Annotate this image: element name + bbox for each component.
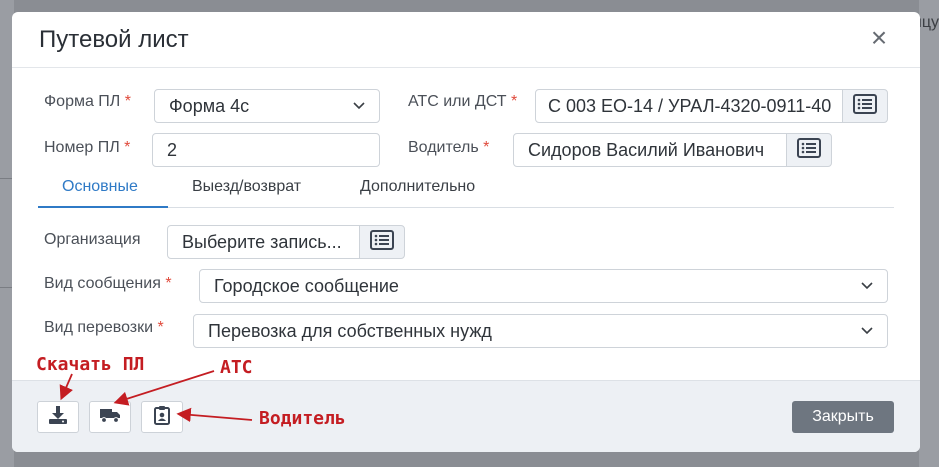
- chevron-down-icon: [861, 270, 873, 302]
- driver-list-button[interactable]: [786, 133, 832, 167]
- dialog-header: Путевой лист ×: [12, 12, 920, 68]
- ats-field[interactable]: С 003 ЕО-14 / УРАЛ-4320-0911-40: [535, 89, 843, 123]
- transport-type-label: Вид перевозки *: [44, 319, 164, 337]
- required-mark: *: [165, 275, 172, 292]
- driver-label: Водитель *: [408, 139, 489, 157]
- form-pl-select[interactable]: Форма 4с: [154, 89, 380, 123]
- organization-label: Организация: [44, 231, 141, 248]
- organization-list-button[interactable]: [359, 225, 405, 259]
- waybill-dialog: Путевой лист × Форма ПЛ * Форма 4с АТС и…: [12, 12, 920, 452]
- required-mark: *: [510, 93, 518, 110]
- chevron-down-icon: [861, 315, 873, 347]
- annotation-download: Скачать ПЛ: [36, 354, 145, 375]
- message-type-value: Городское сообщение: [214, 276, 399, 296]
- tab-main[interactable]: Основные: [62, 178, 138, 196]
- form-pl-label: Форма ПЛ *: [44, 93, 131, 111]
- transport-type-select[interactable]: Перевозка для собственных нужд: [193, 314, 888, 348]
- download-pl-button[interactable]: [37, 401, 79, 433]
- annotation-driver: Водитель: [259, 408, 346, 429]
- close-button[interactable]: Закрыть: [792, 401, 894, 433]
- ats-value: С 003 ЕО-14 / УРАЛ-4320-0911-40: [548, 96, 832, 116]
- required-mark: *: [483, 139, 490, 156]
- annotation-ats: АТС: [220, 357, 253, 378]
- id-badge-icon: [153, 405, 171, 430]
- nomer-pl-value: 2: [167, 140, 178, 160]
- close-icon[interactable]: ×: [868, 24, 890, 52]
- download-icon: [48, 405, 68, 430]
- driver-button[interactable]: [141, 401, 183, 433]
- driver-label-text: Водитель: [408, 139, 479, 156]
- ats-label-text: АТС или ДСТ: [408, 93, 507, 110]
- required-mark: *: [124, 139, 131, 156]
- transport-type-label-text: Вид перевозки: [44, 319, 154, 336]
- list-icon: [853, 93, 877, 119]
- ats-button[interactable]: [89, 401, 131, 433]
- ats-label: АТС или ДСТ *: [408, 93, 517, 111]
- driver-field[interactable]: Сидоров Василий Иванович: [513, 133, 788, 167]
- list-icon: [797, 137, 821, 163]
- background-right-strip: [919, 0, 939, 467]
- driver-value: Сидоров Василий Иванович: [528, 140, 765, 160]
- message-type-label-text: Вид сообщения: [44, 275, 161, 292]
- truck-icon: [99, 406, 121, 429]
- transport-type-value: Перевозка для собственных нужд: [208, 321, 492, 341]
- dialog-title: Путевой лист: [39, 26, 189, 53]
- tab-additional[interactable]: Дополнительно: [360, 178, 475, 196]
- ats-list-button[interactable]: [842, 89, 888, 123]
- message-type-select[interactable]: Городское сообщение: [199, 269, 888, 303]
- organization-placeholder: Выберите запись...: [182, 232, 342, 252]
- nomer-pl-label: Номер ПЛ *: [44, 139, 130, 157]
- active-tab-indicator: [38, 206, 168, 208]
- nomer-pl-input[interactable]: 2: [152, 133, 380, 167]
- form-pl-label-text: Форма ПЛ: [44, 93, 121, 110]
- tab-bar: Основные Выезд/возврат Дополнительно: [38, 176, 894, 208]
- required-mark: *: [124, 93, 131, 110]
- organization-field[interactable]: Выберите запись...: [167, 225, 371, 259]
- dialog-footer: Закрыть: [12, 380, 920, 452]
- list-icon: [370, 229, 394, 255]
- message-type-label: Вид сообщения *: [44, 275, 172, 293]
- tab-departure-return[interactable]: Выезд/возврат: [192, 178, 301, 196]
- nomer-pl-label-text: Номер ПЛ: [44, 139, 120, 156]
- chevron-down-icon: [353, 90, 365, 122]
- required-mark: *: [157, 319, 164, 336]
- form-pl-value: Форма 4с: [169, 96, 250, 116]
